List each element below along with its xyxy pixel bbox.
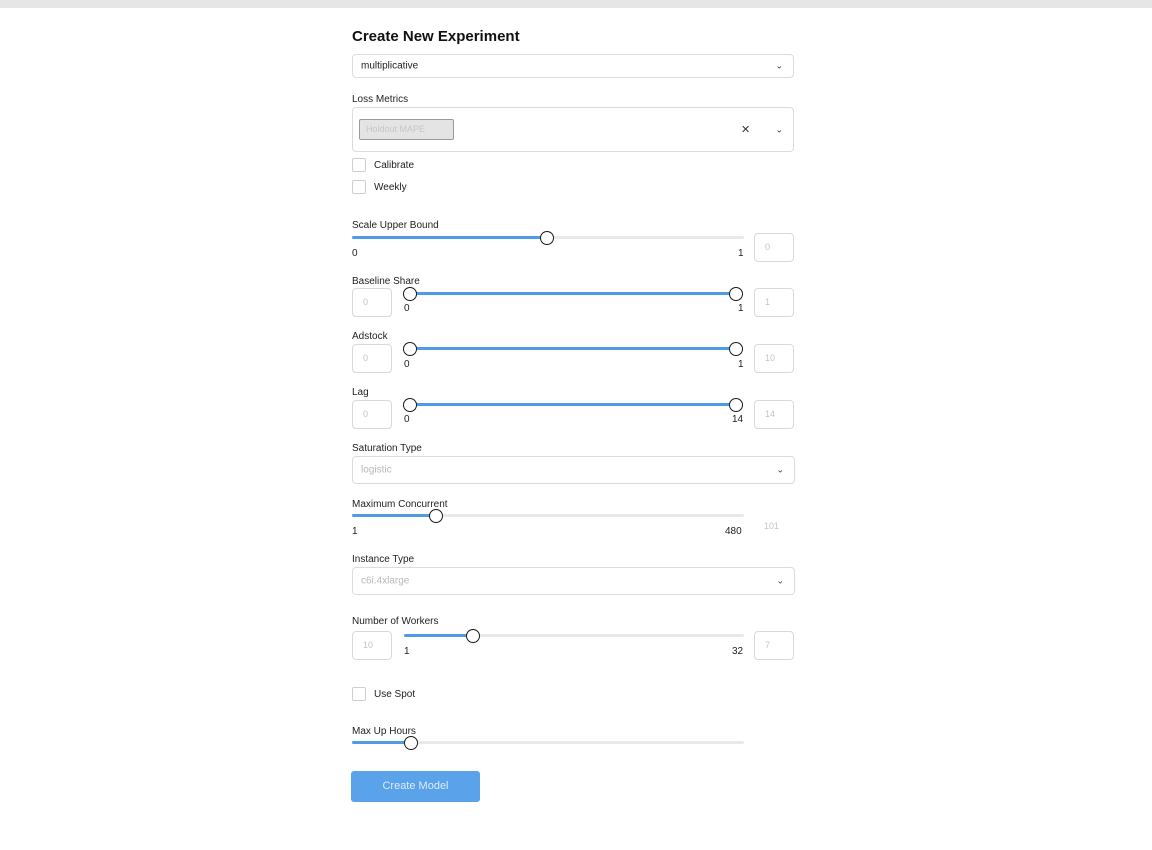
slider-max-label: 1 (738, 359, 744, 370)
slider-thumb[interactable] (466, 628, 480, 643)
slider-thumb[interactable] (540, 230, 554, 245)
number-of-workers-input-left[interactable]: 10 (352, 631, 392, 660)
scale-upper-bound-slider[interactable] (352, 230, 744, 245)
max-up-hours-label: Max Up Hours (352, 726, 416, 737)
adstock-max-input[interactable]: 10 (754, 344, 794, 373)
use-spot-checkbox[interactable] (352, 687, 366, 701)
number-of-workers-label: Number of Workers (352, 616, 439, 627)
chevron-down-icon[interactable]: ⌄ (775, 124, 783, 135)
loss-metrics-label: Loss Metrics (352, 94, 409, 105)
maximum-concurrent-slider[interactable] (352, 508, 744, 523)
slider-thumb-max[interactable] (729, 286, 743, 301)
slider-max-label: 32 (732, 646, 744, 657)
slider-min-label: 0 (404, 359, 410, 370)
lag-max-input[interactable]: 14 (754, 400, 794, 429)
slider-fill (410, 403, 736, 406)
loss-metrics-multiselect[interactable]: Holdout MAPE ✕ ⌄ (352, 107, 794, 152)
slider-fill (410, 292, 736, 295)
lag-range-slider[interactable] (403, 397, 743, 412)
slider-thumb-max[interactable] (729, 341, 743, 356)
maximum-concurrent-value[interactable]: 101 (764, 521, 779, 531)
slider-thumb-min[interactable] (403, 286, 417, 301)
baseline-share-range-slider[interactable] (403, 286, 743, 301)
instance-type-select[interactable]: c6i.4xlarge ⌄ (352, 567, 795, 595)
slider-max-label: 480 (725, 526, 742, 537)
instance-type-label: Instance Type (352, 554, 415, 565)
calibrate-checkbox[interactable] (352, 158, 366, 172)
lag-label: Lag (352, 387, 369, 398)
scale-upper-bound-input[interactable]: 0 (754, 233, 794, 262)
chevron-down-icon: ⌄ (775, 60, 783, 71)
slider-max-label: 1 (738, 248, 744, 259)
slider-min-label: 0 (404, 414, 410, 425)
use-spot-label: Use Spot (374, 689, 416, 700)
max-up-hours-slider[interactable] (352, 735, 744, 750)
loss-metric-tag[interactable]: Holdout MAPE (359, 119, 454, 140)
lag-min-input[interactable]: 0 (352, 400, 392, 429)
adstock-range-slider[interactable] (403, 341, 743, 356)
adstock-min-input[interactable]: 0 (352, 344, 392, 373)
adstock-label: Adstock (352, 331, 388, 342)
scale-upper-bound-label: Scale Upper Bound (352, 220, 439, 231)
browser-top-bar (0, 0, 1152, 8)
slider-max-label: 1 (738, 303, 744, 314)
slider-fill (352, 741, 411, 744)
saturation-type-select[interactable]: logistic ⌄ (352, 456, 795, 484)
slider-fill (404, 634, 473, 637)
chevron-down-icon: ⌄ (776, 575, 784, 586)
close-icon[interactable]: ✕ (741, 123, 750, 136)
calibrate-label: Calibrate (374, 160, 415, 171)
page-title: Create New Experiment (352, 28, 520, 45)
model-type-value: multiplicative (361, 60, 419, 72)
create-model-button[interactable]: Create Model (351, 771, 480, 802)
baseline-share-max-input[interactable]: 1 (754, 288, 794, 317)
slider-thumb-min[interactable] (403, 341, 417, 356)
slider-min-label: 0 (404, 303, 410, 314)
slider-thumb[interactable] (429, 508, 443, 523)
model-type-select[interactable]: multiplicative ⌄ (352, 54, 794, 78)
number-of-workers-slider[interactable] (404, 628, 744, 643)
slider-thumb-min[interactable] (403, 397, 417, 412)
chevron-down-icon: ⌄ (776, 464, 784, 475)
baseline-share-min-input[interactable]: 0 (352, 288, 392, 317)
baseline-share-label: Baseline Share (352, 276, 420, 287)
slider-thumb-max[interactable] (729, 397, 743, 412)
weekly-label: Weekly (374, 182, 407, 193)
slider-min-label: 0 (352, 248, 358, 259)
slider-fill (352, 236, 547, 239)
slider-min-label: 1 (352, 526, 358, 537)
slider-fill (410, 347, 736, 350)
saturation-type-label: Saturation Type (352, 443, 422, 454)
saturation-type-value: logistic (361, 464, 392, 476)
instance-type-value: c6i.4xlarge (361, 575, 410, 587)
slider-thumb[interactable] (404, 735, 418, 750)
slider-max-label: 14 (732, 414, 744, 425)
number-of-workers-input-right[interactable]: 7 (754, 631, 794, 660)
slider-min-label: 1 (404, 646, 410, 657)
weekly-checkbox[interactable] (352, 180, 366, 194)
slider-fill (352, 514, 436, 517)
